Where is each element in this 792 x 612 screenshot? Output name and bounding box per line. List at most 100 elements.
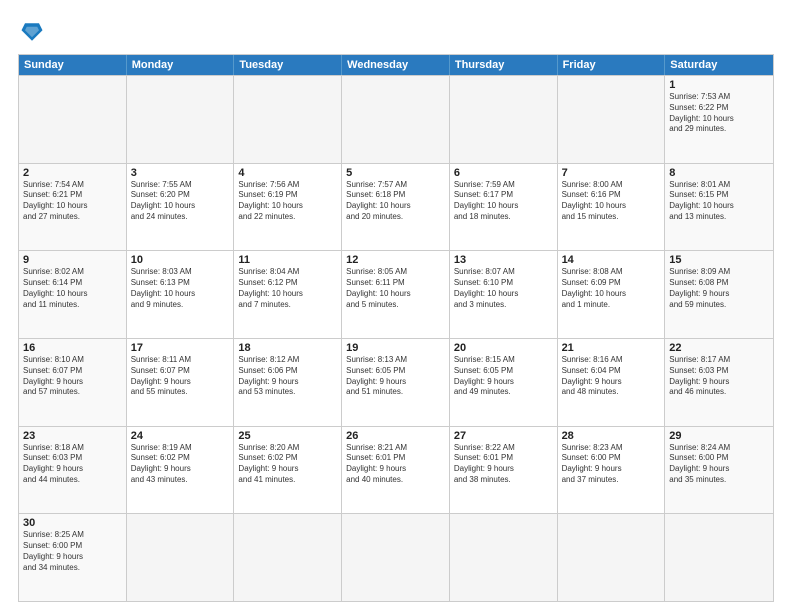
logo [18,18,50,46]
day-number: 1 [669,79,769,91]
day-info: Sunrise: 8:18 AM Sunset: 6:03 PM Dayligh… [23,443,122,486]
day-info: Sunrise: 7:53 AM Sunset: 6:22 PM Dayligh… [669,92,769,135]
calendar-cell-empty-5-4 [450,514,558,601]
calendar-header-thursday: Thursday [450,55,558,75]
calendar-cell-12: 12Sunrise: 8:05 AM Sunset: 6:11 PM Dayli… [342,251,450,338]
day-info: Sunrise: 8:07 AM Sunset: 6:10 PM Dayligh… [454,267,553,310]
day-number: 19 [346,342,445,354]
day-info: Sunrise: 8:04 AM Sunset: 6:12 PM Dayligh… [238,267,337,310]
calendar-cell-empty-0-0 [19,76,127,163]
calendar-week-4: 16Sunrise: 8:10 AM Sunset: 6:07 PM Dayli… [19,338,773,426]
calendar-body: 1Sunrise: 7:53 AM Sunset: 6:22 PM Daylig… [19,75,773,601]
day-info: Sunrise: 8:25 AM Sunset: 6:00 PM Dayligh… [23,530,122,573]
day-number: 25 [238,430,337,442]
day-number: 7 [562,167,661,179]
calendar-cell-26: 26Sunrise: 8:21 AM Sunset: 6:01 PM Dayli… [342,427,450,514]
calendar-week-6: 30Sunrise: 8:25 AM Sunset: 6:00 PM Dayli… [19,513,773,601]
day-info: Sunrise: 8:11 AM Sunset: 6:07 PM Dayligh… [131,355,230,398]
day-info: Sunrise: 8:19 AM Sunset: 6:02 PM Dayligh… [131,443,230,486]
page: SundayMondayTuesdayWednesdayThursdayFrid… [0,0,792,612]
day-info: Sunrise: 7:56 AM Sunset: 6:19 PM Dayligh… [238,180,337,223]
calendar-cell-30: 30Sunrise: 8:25 AM Sunset: 6:00 PM Dayli… [19,514,127,601]
calendar-cell-1: 1Sunrise: 7:53 AM Sunset: 6:22 PM Daylig… [665,76,773,163]
calendar-cell-5: 5Sunrise: 7:57 AM Sunset: 6:18 PM Daylig… [342,164,450,251]
calendar-cell-28: 28Sunrise: 8:23 AM Sunset: 6:00 PM Dayli… [558,427,666,514]
day-info: Sunrise: 8:12 AM Sunset: 6:06 PM Dayligh… [238,355,337,398]
day-info: Sunrise: 8:24 AM Sunset: 6:00 PM Dayligh… [669,443,769,486]
calendar-cell-2: 2Sunrise: 7:54 AM Sunset: 6:21 PM Daylig… [19,164,127,251]
day-number: 24 [131,430,230,442]
calendar-week-1: 1Sunrise: 7:53 AM Sunset: 6:22 PM Daylig… [19,75,773,163]
calendar: SundayMondayTuesdayWednesdayThursdayFrid… [18,54,774,602]
calendar-cell-17: 17Sunrise: 8:11 AM Sunset: 6:07 PM Dayli… [127,339,235,426]
calendar-week-2: 2Sunrise: 7:54 AM Sunset: 6:21 PM Daylig… [19,163,773,251]
day-number: 12 [346,254,445,266]
calendar-cell-empty-0-2 [234,76,342,163]
calendar-cell-24: 24Sunrise: 8:19 AM Sunset: 6:02 PM Dayli… [127,427,235,514]
day-number: 13 [454,254,553,266]
day-number: 10 [131,254,230,266]
header [18,18,774,46]
day-number: 23 [23,430,122,442]
day-number: 6 [454,167,553,179]
day-info: Sunrise: 7:54 AM Sunset: 6:21 PM Dayligh… [23,180,122,223]
day-info: Sunrise: 8:10 AM Sunset: 6:07 PM Dayligh… [23,355,122,398]
day-number: 28 [562,430,661,442]
day-number: 17 [131,342,230,354]
day-number: 9 [23,254,122,266]
day-info: Sunrise: 8:08 AM Sunset: 6:09 PM Dayligh… [562,267,661,310]
calendar-cell-8: 8Sunrise: 8:01 AM Sunset: 6:15 PM Daylig… [665,164,773,251]
calendar-cell-6: 6Sunrise: 7:59 AM Sunset: 6:17 PM Daylig… [450,164,558,251]
calendar-cell-21: 21Sunrise: 8:16 AM Sunset: 6:04 PM Dayli… [558,339,666,426]
calendar-cell-empty-5-6 [665,514,773,601]
calendar-cell-23: 23Sunrise: 8:18 AM Sunset: 6:03 PM Dayli… [19,427,127,514]
day-info: Sunrise: 8:16 AM Sunset: 6:04 PM Dayligh… [562,355,661,398]
day-number: 20 [454,342,553,354]
day-number: 18 [238,342,337,354]
day-info: Sunrise: 7:59 AM Sunset: 6:17 PM Dayligh… [454,180,553,223]
day-number: 2 [23,167,122,179]
day-number: 4 [238,167,337,179]
calendar-cell-16: 16Sunrise: 8:10 AM Sunset: 6:07 PM Dayli… [19,339,127,426]
calendar-cell-13: 13Sunrise: 8:07 AM Sunset: 6:10 PM Dayli… [450,251,558,338]
calendar-header-tuesday: Tuesday [234,55,342,75]
calendar-header-sunday: Sunday [19,55,127,75]
day-info: Sunrise: 8:20 AM Sunset: 6:02 PM Dayligh… [238,443,337,486]
calendar-cell-25: 25Sunrise: 8:20 AM Sunset: 6:02 PM Dayli… [234,427,342,514]
calendar-cell-empty-5-1 [127,514,235,601]
day-info: Sunrise: 8:05 AM Sunset: 6:11 PM Dayligh… [346,267,445,310]
day-info: Sunrise: 8:23 AM Sunset: 6:00 PM Dayligh… [562,443,661,486]
calendar-cell-empty-0-4 [450,76,558,163]
day-number: 30 [23,517,122,529]
day-number: 8 [669,167,769,179]
day-number: 3 [131,167,230,179]
calendar-cell-14: 14Sunrise: 8:08 AM Sunset: 6:09 PM Dayli… [558,251,666,338]
day-number: 16 [23,342,122,354]
day-info: Sunrise: 8:00 AM Sunset: 6:16 PM Dayligh… [562,180,661,223]
day-info: Sunrise: 8:09 AM Sunset: 6:08 PM Dayligh… [669,267,769,310]
logo-icon [18,18,46,46]
day-number: 15 [669,254,769,266]
calendar-cell-15: 15Sunrise: 8:09 AM Sunset: 6:08 PM Dayli… [665,251,773,338]
calendar-cell-19: 19Sunrise: 8:13 AM Sunset: 6:05 PM Dayli… [342,339,450,426]
day-number: 22 [669,342,769,354]
day-number: 5 [346,167,445,179]
calendar-cell-9: 9Sunrise: 8:02 AM Sunset: 6:14 PM Daylig… [19,251,127,338]
day-number: 14 [562,254,661,266]
calendar-cell-10: 10Sunrise: 8:03 AM Sunset: 6:13 PM Dayli… [127,251,235,338]
day-info: Sunrise: 8:15 AM Sunset: 6:05 PM Dayligh… [454,355,553,398]
calendar-cell-empty-5-5 [558,514,666,601]
calendar-cell-empty-5-2 [234,514,342,601]
day-info: Sunrise: 8:22 AM Sunset: 6:01 PM Dayligh… [454,443,553,486]
calendar-cell-27: 27Sunrise: 8:22 AM Sunset: 6:01 PM Dayli… [450,427,558,514]
calendar-cell-7: 7Sunrise: 8:00 AM Sunset: 6:16 PM Daylig… [558,164,666,251]
day-info: Sunrise: 8:13 AM Sunset: 6:05 PM Dayligh… [346,355,445,398]
day-info: Sunrise: 7:55 AM Sunset: 6:20 PM Dayligh… [131,180,230,223]
calendar-header-saturday: Saturday [665,55,773,75]
day-number: 26 [346,430,445,442]
calendar-header-monday: Monday [127,55,235,75]
day-info: Sunrise: 8:03 AM Sunset: 6:13 PM Dayligh… [131,267,230,310]
calendar-header-friday: Friday [558,55,666,75]
calendar-cell-22: 22Sunrise: 8:17 AM Sunset: 6:03 PM Dayli… [665,339,773,426]
day-info: Sunrise: 8:02 AM Sunset: 6:14 PM Dayligh… [23,267,122,310]
